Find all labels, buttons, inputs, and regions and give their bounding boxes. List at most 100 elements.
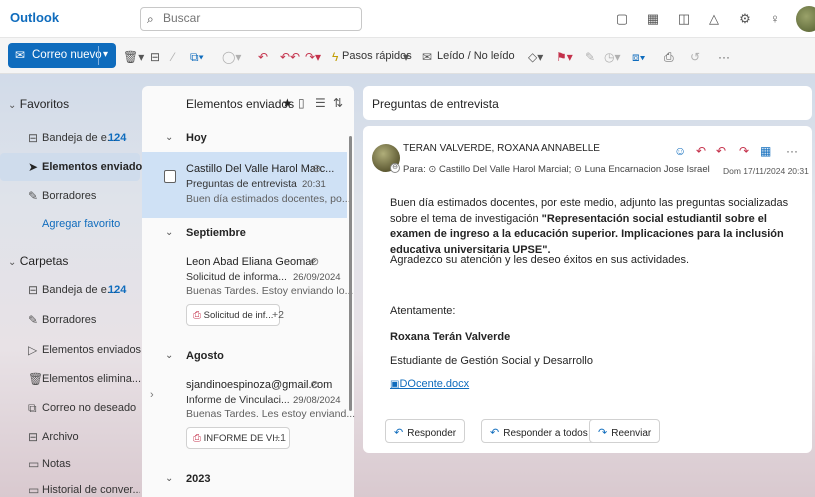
lightbulb-icon[interactable]: ♀ bbox=[767, 11, 783, 27]
new-mail-button[interactable]: ✉ Correo nuevo ▾ bbox=[8, 43, 116, 68]
group-header-september[interactable]: ⌄ Septiembre bbox=[142, 221, 347, 245]
emoji-icon[interactable]: ☺ bbox=[674, 144, 686, 158]
chevron-down-icon: ⌄ bbox=[165, 132, 174, 143]
archive-icon[interactable]: ⊟ bbox=[150, 50, 160, 64]
folder-pane: ⌄ Favoritos ⊟ Bandeja de e... 124 ➤ Elem… bbox=[0, 86, 148, 497]
search-icon: ⌕ bbox=[147, 12, 154, 26]
more-options-icon[interactable]: ··· bbox=[718, 50, 730, 64]
more-attachments[interactable]: +2 bbox=[272, 309, 284, 321]
reply-all-icon[interactable]: ↶ bbox=[716, 144, 726, 158]
forward-button[interactable]: ↷ Reenviar bbox=[589, 419, 661, 443]
undo-icon[interactable]: ↺ bbox=[690, 50, 700, 64]
pin-icon[interactable]: ✎ bbox=[585, 50, 595, 64]
contact-icon: ⊙ bbox=[428, 164, 437, 175]
link-icon: ⊖ bbox=[312, 163, 322, 175]
favorite-drafts[interactable]: ✎ Borradores bbox=[0, 182, 140, 210]
group-header-today[interactable]: ⌄ Hoy bbox=[142, 126, 347, 150]
new-mail-label: Correo nuevo bbox=[32, 49, 102, 61]
read-unread-button[interactable]: Leído / No leído bbox=[437, 50, 515, 62]
pencil-icon: ✎ bbox=[28, 189, 39, 203]
note-icon: ▭ bbox=[28, 457, 40, 471]
calendar-icon[interactable]: ▦ bbox=[645, 11, 661, 27]
message-item[interactable]: › sjandinoespinoza@gmail.com ⊘ Informe d… bbox=[142, 370, 355, 456]
body-paragraph: Agradezco su atención y les deseo éxitos… bbox=[390, 254, 690, 266]
message-date: 20:31 bbox=[302, 179, 326, 190]
forward-icon[interactable]: ↷ bbox=[739, 144, 749, 158]
send-icon: ▷ bbox=[28, 343, 38, 357]
paperclip-icon: ⊘ bbox=[310, 256, 320, 268]
group-header-august[interactable]: ⌄ Agosto bbox=[142, 344, 347, 368]
folder-junk[interactable]: ⧉ Correo no deseado bbox=[0, 394, 140, 422]
message-date: Dom 17/11/2024 20:31 bbox=[723, 166, 809, 176]
sweep-icon[interactable]: ⁄ bbox=[172, 50, 174, 64]
reply-icon[interactable]: ↶ bbox=[258, 50, 268, 64]
message-item[interactable]: Castillo Del Valle Harol Marc... ⊖ Pregu… bbox=[142, 152, 351, 218]
sort-icon[interactable]: ⇅ bbox=[333, 96, 343, 110]
folders-header[interactable]: ⌄ Carpetas bbox=[8, 254, 68, 268]
tag-icon[interactable]: ◇▾ bbox=[528, 50, 543, 64]
attachment-link[interactable]: ▣DOcente.docx bbox=[390, 378, 469, 390]
forward-icon[interactable]: ↷▾ bbox=[305, 50, 321, 64]
favorite-inbox[interactable]: ⊟ Bandeja de e... 124 bbox=[0, 124, 140, 152]
status-icon: ⊖ bbox=[390, 163, 400, 173]
apps-icon[interactable]: ▦ bbox=[760, 144, 771, 158]
message-subject: Informe de Vinculaci... bbox=[186, 394, 290, 406]
snooze-icon[interactable]: ◷▾ bbox=[604, 50, 621, 64]
delete-icon[interactable]: 🗑▾ bbox=[123, 50, 144, 64]
more-options-icon[interactable]: ··· bbox=[786, 144, 798, 158]
select-icon[interactable]: ▯ bbox=[298, 96, 305, 110]
folder-deleted-items[interactable]: 🗑 Elementos elimina... bbox=[0, 365, 141, 393]
junk-icon: ⧉ bbox=[28, 401, 37, 415]
folder-drafts[interactable]: ✎ Borradores bbox=[0, 306, 140, 334]
reply-icon[interactable]: ↶ bbox=[696, 144, 706, 158]
folder-sent-items[interactable]: ▷ Elementos enviados bbox=[0, 336, 141, 364]
report-icon[interactable]: ◯▾ bbox=[222, 50, 241, 64]
flag-icon[interactable]: ⚑▾ bbox=[556, 50, 573, 64]
pdf-icon: ⎙ bbox=[193, 310, 201, 321]
bell-icon[interactable]: △ bbox=[706, 11, 722, 27]
rules-icon[interactable]: ⧈▾ bbox=[632, 50, 646, 65]
sender-name[interactable]: TERAN VALVERDE, ROXANA ANNABELLE bbox=[403, 143, 600, 154]
reply-all-icon[interactable]: ↶↶ bbox=[280, 50, 300, 64]
filter-icon[interactable]: ☰ bbox=[315, 96, 326, 110]
chevron-down-icon[interactable]: ▾ bbox=[403, 50, 409, 64]
user-avatar[interactable] bbox=[796, 6, 815, 32]
settings-icon[interactable]: ⚙ bbox=[737, 11, 753, 27]
group-header-2023[interactable]: ⌄ 2023 bbox=[142, 467, 347, 491]
folder-conversation-history[interactable]: ▭ Historial de conver... bbox=[0, 476, 140, 497]
select-checkbox[interactable] bbox=[164, 170, 176, 183]
more-attachments[interactable]: +1 bbox=[274, 432, 286, 444]
scrollbar-thumb[interactable] bbox=[349, 136, 352, 411]
quick-steps-button[interactable]: Pasos rápidos bbox=[342, 50, 412, 62]
message-date: 26/09/2024 bbox=[293, 272, 341, 283]
conversation-subject: Preguntas de entrevista bbox=[372, 97, 499, 111]
attachment-chip[interactable]: ⎙ Solicitud de inf... bbox=[186, 304, 281, 326]
divider bbox=[98, 46, 99, 65]
star-icon[interactable]: ★ bbox=[282, 96, 293, 110]
favorite-sent-items[interactable]: ➤ Elementos enviados bbox=[0, 153, 148, 181]
favorites-header[interactable]: ⌄ Favoritos bbox=[8, 97, 69, 111]
recipient[interactable]: Luna Encarnacion Jose Israel bbox=[585, 164, 710, 175]
add-favorite-link[interactable]: Agregar favorito bbox=[42, 218, 120, 230]
feedback-icon[interactable]: ◫ bbox=[676, 11, 692, 27]
search-box[interactable]: ⌕ bbox=[140, 7, 362, 31]
send-icon: ➤ bbox=[28, 160, 39, 174]
folder-archive[interactable]: ⊟ Archivo bbox=[0, 423, 140, 451]
search-input[interactable] bbox=[163, 11, 353, 25]
folder-notes[interactable]: ▭ Notas bbox=[0, 450, 140, 478]
move-to-icon[interactable]: ⧉▾ bbox=[190, 50, 204, 65]
ribbon-toolbar: ✉ Correo nuevo ▾ 🗑▾ ⊟ ⁄ ⧉▾ ◯▾ ↶ ↶↶ ↷▾ ϟ … bbox=[0, 38, 815, 74]
reply-icon: ↶ bbox=[394, 427, 404, 439]
meet-now-icon[interactable]: ▢ bbox=[614, 11, 630, 27]
recipient[interactable]: Castillo Del Valle Harol Marcial; bbox=[439, 164, 571, 175]
reply-button[interactable]: ↶ Responder bbox=[385, 419, 466, 443]
chevron-right-icon[interactable]: › bbox=[150, 389, 154, 401]
print-icon[interactable]: ⎙ bbox=[664, 50, 674, 65]
app-title[interactable]: Outlook bbox=[10, 10, 59, 25]
message-item[interactable]: Leon Abad Eliana Geomar ⊘ Solicitud de i… bbox=[142, 247, 353, 333]
chevron-down-icon[interactable]: ▾ bbox=[103, 49, 108, 60]
folder-inbox[interactable]: ⊟ Bandeja de e... 124 bbox=[0, 276, 140, 304]
inbox-icon: ⊟ bbox=[28, 283, 39, 297]
reply-all-button[interactable]: ↶ Responder a todos bbox=[481, 419, 597, 443]
pencil-icon: ✎ bbox=[28, 313, 39, 327]
